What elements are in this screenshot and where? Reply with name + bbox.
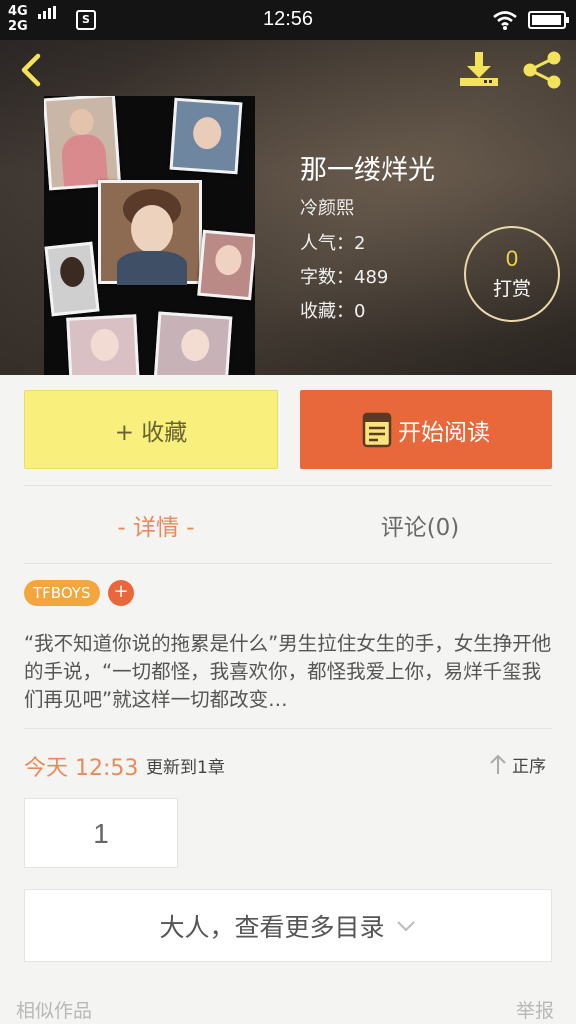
more-toc-button[interactable]: 大人，查看更多目录 [24,889,552,962]
author-name[interactable]: 冷颜熙 [300,194,354,220]
more-toc-label: 大人，查看更多目录 [159,912,385,942]
cover-photo [44,241,100,317]
reward-count: 0 [505,246,519,271]
share-button[interactable] [520,50,566,90]
reward-button[interactable]: 0 打赏 [464,226,560,322]
add-tag-button[interactable]: + [108,580,134,606]
start-reading-button[interactable]: 开始阅读 [300,390,552,469]
collect-button[interactable]: + 收藏 [24,390,278,469]
update-time: 今天 12:53 [24,756,139,781]
sort-order-label: 正序 [512,756,546,777]
clock: 12:56 [262,8,314,30]
chapter-button[interactable]: 1 [24,798,178,868]
back-button[interactable] [14,50,54,90]
battery-level [532,15,561,25]
cover-photo [169,97,243,175]
arrow-up-icon [490,754,506,774]
cover-photo [98,180,202,285]
tab-comments[interactable]: 评论(0) [288,506,552,550]
wifi-icon [493,11,517,30]
word-count-stat: 字数：489 [300,267,389,288]
reward-label: 打赏 [492,278,531,300]
synopsis-text[interactable]: “我不知道你说的拖累是什么”男生拉住女生的手，女生挣开他的手说，“一切都怪，我喜… [24,630,552,714]
book-title: 那一缕烊光 [300,155,435,186]
divider [24,485,552,486]
cover-photo [197,229,255,301]
download-button[interactable] [456,48,502,92]
cover-photo [153,311,233,375]
favorites-stat: 收藏：0 [300,301,366,322]
sort-order-button[interactable]: 正序 [488,751,546,777]
tag-chip[interactable]: TFBOYS [24,580,100,606]
status-bar: 4G 2G S 12:56 [0,0,576,40]
report-link[interactable]: 举报 [516,996,554,1023]
chevron-down-icon [396,920,415,931]
cover-photo [44,96,122,191]
divider [24,563,552,564]
update-status: 更新到1章 [146,758,225,778]
book-hero: 那一缕烊光 冷颜熙 人气：2 字数：489 收藏：0 0 打赏 [0,40,576,375]
divider [24,728,552,729]
tab-details[interactable]: - 详情 - [24,506,288,550]
book-cover-image [44,96,255,375]
book-icon [362,412,392,447]
battery-icon [528,11,569,29]
cover-photo [66,314,140,375]
popularity-stat: 人气：2 [300,233,366,254]
collect-label: + 收藏 [114,419,188,446]
start-reading-label: 开始阅读 [398,419,490,446]
similar-works-heading: 相似作品 [16,1000,93,1022]
